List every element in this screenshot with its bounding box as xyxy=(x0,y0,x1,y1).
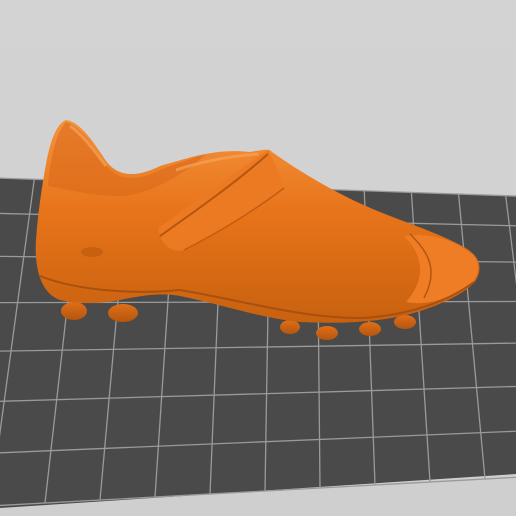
heel-logo-bump xyxy=(81,247,103,257)
scene-canvas[interactable] xyxy=(0,0,516,516)
3d-viewport[interactable] xyxy=(0,0,516,516)
